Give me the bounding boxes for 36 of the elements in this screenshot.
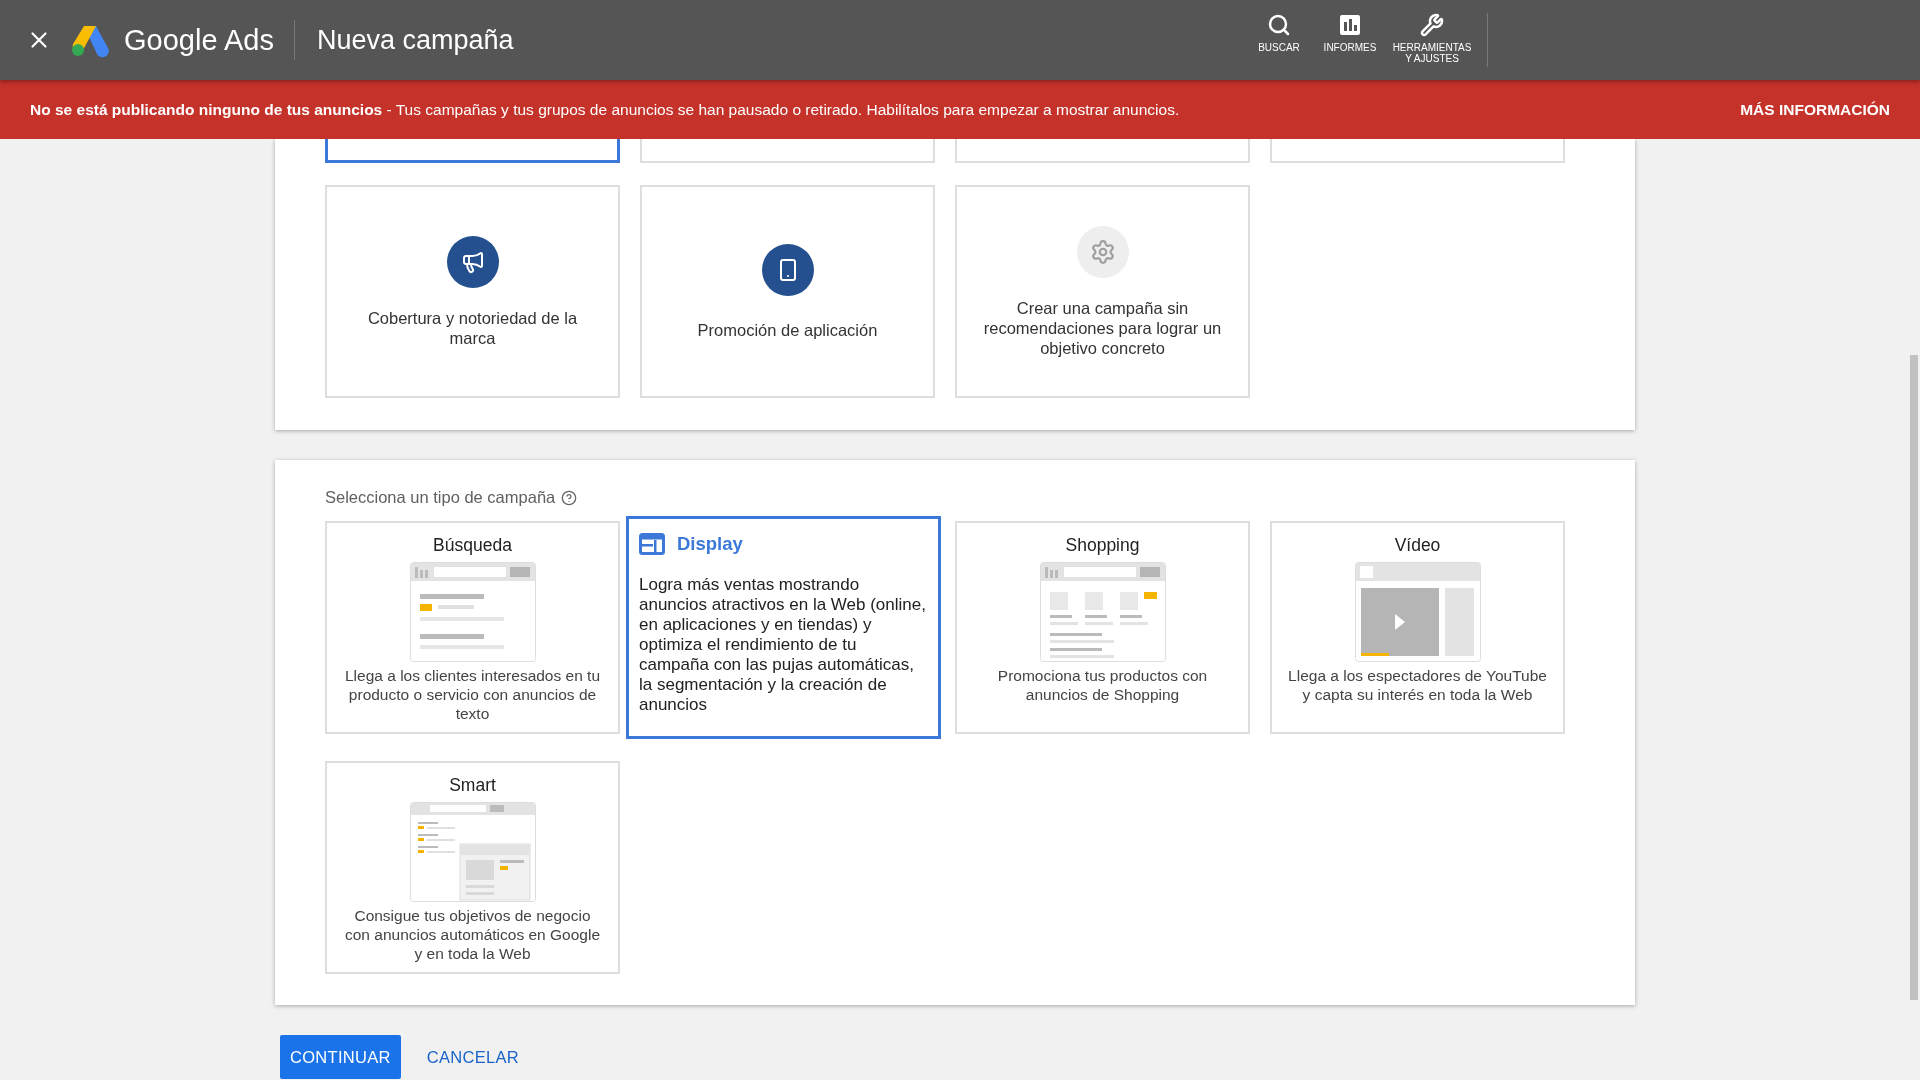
section-label: Selecciona un tipo de campaña — [325, 488, 556, 507]
objective-card[interactable] — [325, 139, 620, 163]
card-title: Búsqueda — [433, 535, 512, 556]
card-title: Smart — [449, 775, 496, 796]
card-title: Display — [677, 533, 743, 555]
alert-message: No se está publicando ninguno de tus anuncios - Tus campañas y tus grupos de anuncios se han pausado o retirado. Habilítalos para empezar a mostrar anuncios. — [30, 100, 1180, 119]
card-description: Llega a los espectadores de YouTube y capta su interés en toda la Web — [1287, 666, 1548, 704]
campaign-type-card[interactable]: Smart Consigue tus objetivos de negocio con anuncios automáticos en Google y en toda la Web — [325, 761, 620, 974]
objective-label: Promoción de aplicación — [697, 319, 878, 340]
card-description: Promociona tus productos con anuncios de Shopping — [996, 666, 1209, 704]
cancel-button[interactable]: CANCELAR — [420, 1035, 526, 1079]
wrench-icon — [1420, 13, 1444, 37]
bar-chart-icon — [1338, 13, 1362, 37]
toolbar-button[interactable]: BUSCAR — [1254, 13, 1304, 53]
objective-card[interactable]: Cobertura y notoriedad de la marca — [325, 185, 620, 398]
display-ad-icon — [639, 533, 665, 555]
toolbar-button[interactable]: INFORMES — [1322, 13, 1378, 53]
campaign-type-card[interactable]: Búsqueda Llega a los clientes interesados en tu producto o servicio con anuncios de texto — [325, 521, 620, 734]
campaign-type-card[interactable]: Shopping Promociona tus productos con anuncios de Shopping — [955, 521, 1250, 734]
card-title: Shopping — [1065, 535, 1140, 556]
campaign-type-card[interactable]: Vídeo Llega a los espectadores de YouTube y capta su interés en toda la Web — [1270, 521, 1565, 734]
card-description: Logra más ventas mostrando anuncios atractivos en la Web (online, en aplicaciones y en tiendas) y optimiza el rendimiento de tu campaña con las pujas automáticas, la segmentación y la creación de anuncios — [639, 575, 927, 715]
page-title: Nueva campaña — [316, 24, 514, 56]
objective-label: Crear una campaña sin recomendaciones para lograr un objetivo concreto — [982, 297, 1223, 358]
more-info-link[interactable]: MÁS INFORMACIÓN — [1740, 100, 1890, 119]
card-description: Llega a los clientes interesados en tu producto o servicio con anuncios de texto — [343, 666, 602, 723]
objective-card[interactable]: Crear una campaña sin recomendaciones para lograr un objetivo concreto — [955, 185, 1250, 398]
product-name: Google Ads — [124, 20, 295, 60]
card-description: Consigue tus objetivos de negocio con anuncios automáticos en Google y en toda la Web — [343, 906, 602, 963]
card-title: Vídeo — [1394, 535, 1441, 556]
objective-label: Cobertura y notoriedad de la marca — [366, 307, 579, 348]
continue-button[interactable]: CONTINUAR — [280, 1035, 401, 1079]
objective-card[interactable]: Promoción de aplicación — [640, 185, 935, 398]
search-icon — [1267, 13, 1291, 37]
help-icon[interactable] — [561, 489, 578, 506]
campaign-type-card[interactable] — [626, 516, 941, 739]
